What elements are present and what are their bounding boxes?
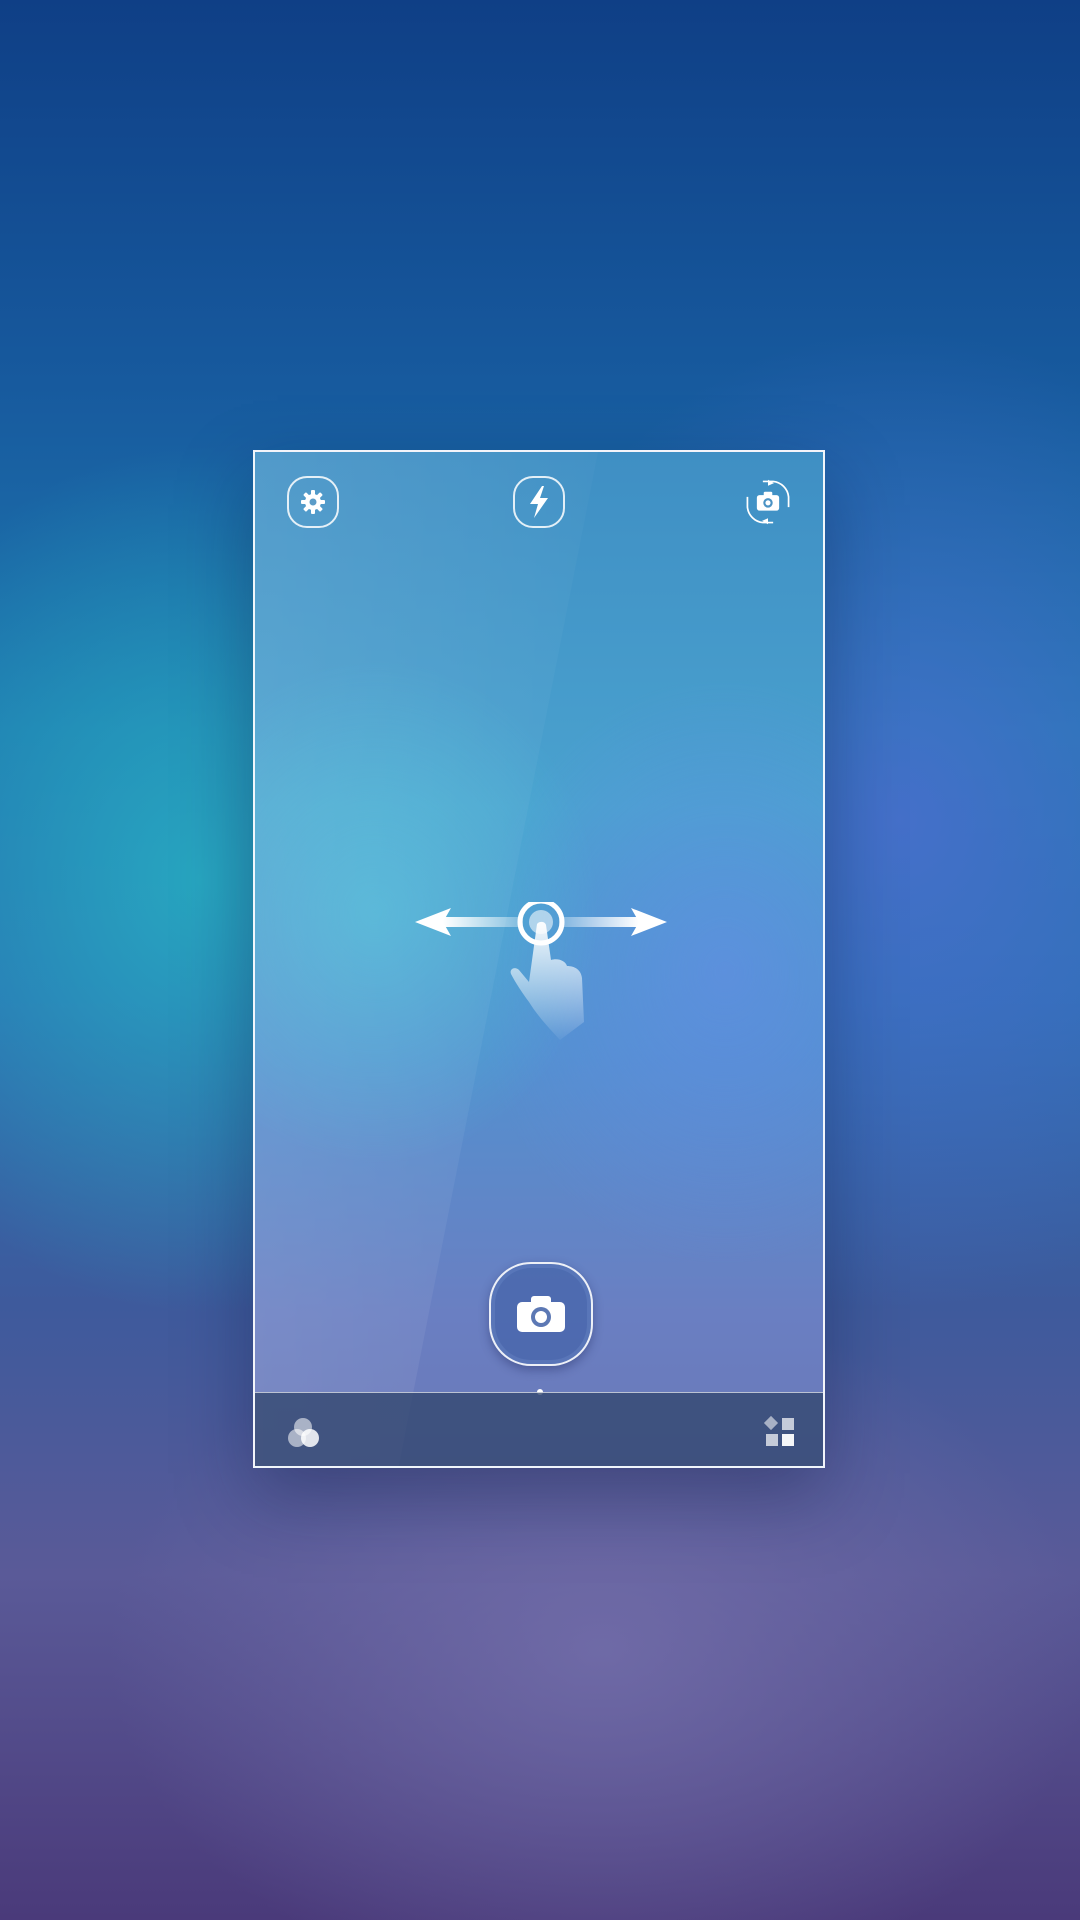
filters-button[interactable]: [285, 1413, 325, 1453]
swipe-right-arrow-icon: [559, 908, 667, 936]
swipe-left-arrow-icon: [415, 908, 523, 936]
settings-button[interactable]: [287, 476, 339, 528]
camera-modes-button[interactable]: [763, 1415, 797, 1449]
bottom-toolbar: [255, 1392, 823, 1466]
gear-icon: [301, 490, 325, 514]
filter-effects-icon: [288, 1418, 319, 1447]
hand-pointer-icon: [510, 921, 584, 1040]
swipe-gesture-hint: [415, 902, 667, 1040]
switch-camera-button[interactable]: [742, 476, 794, 528]
flash-button[interactable]: [513, 476, 565, 528]
flash-icon: [530, 486, 548, 518]
camera-icon: [517, 1296, 565, 1332]
camera-switch-icon: [746, 479, 790, 525]
camera-preview-frame: [253, 450, 825, 1468]
camera-modes-icon: [763, 1415, 794, 1446]
shutter-button[interactable]: [489, 1262, 593, 1366]
